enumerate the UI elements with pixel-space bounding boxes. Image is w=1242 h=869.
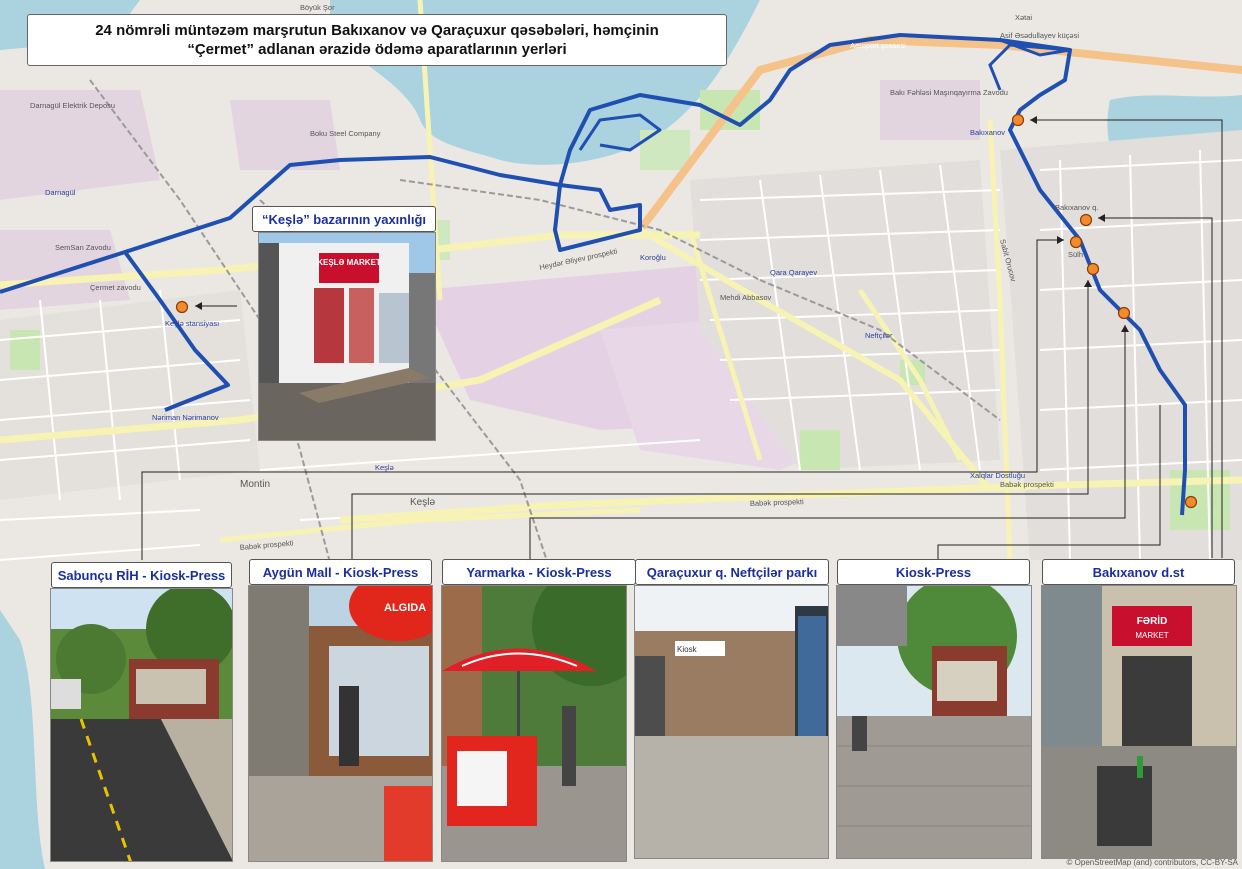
map-label: Boku Steel Company	[310, 129, 381, 138]
map-label: Keşlə stansiyası	[165, 319, 219, 328]
map-label: Babək prospekti	[750, 497, 804, 508]
map-label: Neftçilər	[865, 331, 893, 340]
map-label: Aeroport şossesi	[850, 41, 906, 50]
map-label: Koroğlu	[640, 253, 666, 262]
map-label: Darnagül Elektrik Deposu	[30, 101, 115, 110]
map-label: Bakı Fəhləsi Maşınqayırma Zavodu	[890, 88, 1008, 97]
sign-text: MARKET	[1135, 631, 1168, 640]
attribution: © OpenStreetMap (and) contributors, CC-B…	[1066, 858, 1238, 867]
map-label: Bakıxanov q.	[1055, 203, 1098, 212]
callout-sabuncu: Sabunçu RİH - Kiosk-Press	[51, 562, 232, 588]
map-label: Darnagül	[45, 188, 76, 197]
map-label: SemSan Zavodu	[55, 243, 111, 252]
photo-yarmarka	[441, 585, 627, 862]
photo-neftchilar-parki: Kiosk	[634, 585, 829, 859]
map-label: Xətai	[1015, 13, 1032, 22]
keshla-callout: “Keşlə” bazarının yaxınlığı	[252, 206, 436, 232]
photo-kiosk-press	[836, 585, 1032, 859]
keshla-photo: KEŞLƏ MARKET	[258, 232, 436, 441]
payment-marker	[1079, 213, 1093, 227]
callout-aygun-mall: Aygün Mall - Kiosk-Press	[249, 559, 432, 585]
sign-text: Kiosk	[677, 645, 698, 654]
map-label: Qara Qarayev	[770, 268, 817, 277]
photo-aygun-mall: ALGIDA	[248, 585, 433, 862]
payment-marker	[175, 300, 189, 314]
title-line-2: “Çermet” adlanan ərazidə ödəmə aparatlar…	[187, 41, 567, 58]
map-label: Keşlə	[375, 463, 394, 472]
map-label: Xalqlar Dostluğu	[970, 471, 1025, 480]
photo-sabuncu	[50, 588, 233, 862]
callout-bakixanov-dst: Bakıxanov d.st	[1042, 559, 1235, 585]
map-label: Nəriman Nərimanov	[152, 413, 219, 422]
payment-marker	[1011, 113, 1025, 127]
map-label: Keşlə	[410, 497, 435, 508]
callout-neftchilar-parki: Qaraçuxur q. Neftçilər parkı	[635, 559, 829, 585]
payment-marker	[1117, 306, 1131, 320]
payment-marker	[1086, 262, 1100, 276]
map-label: Montin	[240, 479, 270, 490]
sign-text: FƏRİD	[1137, 614, 1168, 627]
payment-marker	[1069, 235, 1083, 249]
payment-marker	[1184, 495, 1198, 509]
photo-bakixanov-dst: FƏRİD MARKET	[1041, 585, 1237, 859]
map-label: Bakıxanov	[970, 128, 1005, 137]
park	[800, 430, 840, 470]
callout-kiosk-press: Kiosk-Press	[837, 559, 1030, 585]
callout-yarmarka: Yarmarka - Kiosk-Press	[442, 559, 636, 585]
park	[10, 330, 40, 370]
map-label: Mehdi Abbasov	[720, 293, 772, 302]
park	[640, 130, 690, 170]
map-label: Çermet zavodu	[90, 283, 141, 292]
map-label: Babək prospekti	[1000, 480, 1054, 489]
title-line-1: 24 nömrəli müntəzəm marşrutun Bakıxanov …	[95, 22, 659, 39]
map-label: Böyük Şor	[300, 3, 335, 12]
sign-text: ALGIDA	[384, 602, 426, 614]
sign-text: KEŞLƏ MARKET	[317, 258, 381, 267]
title-box: 24 nömrəli müntəzəm marşrutun Bakıxanov …	[27, 14, 727, 66]
map-label: Asif Əsədullayev küçəsi	[1000, 31, 1079, 40]
map-label: Sülh	[1068, 250, 1083, 259]
